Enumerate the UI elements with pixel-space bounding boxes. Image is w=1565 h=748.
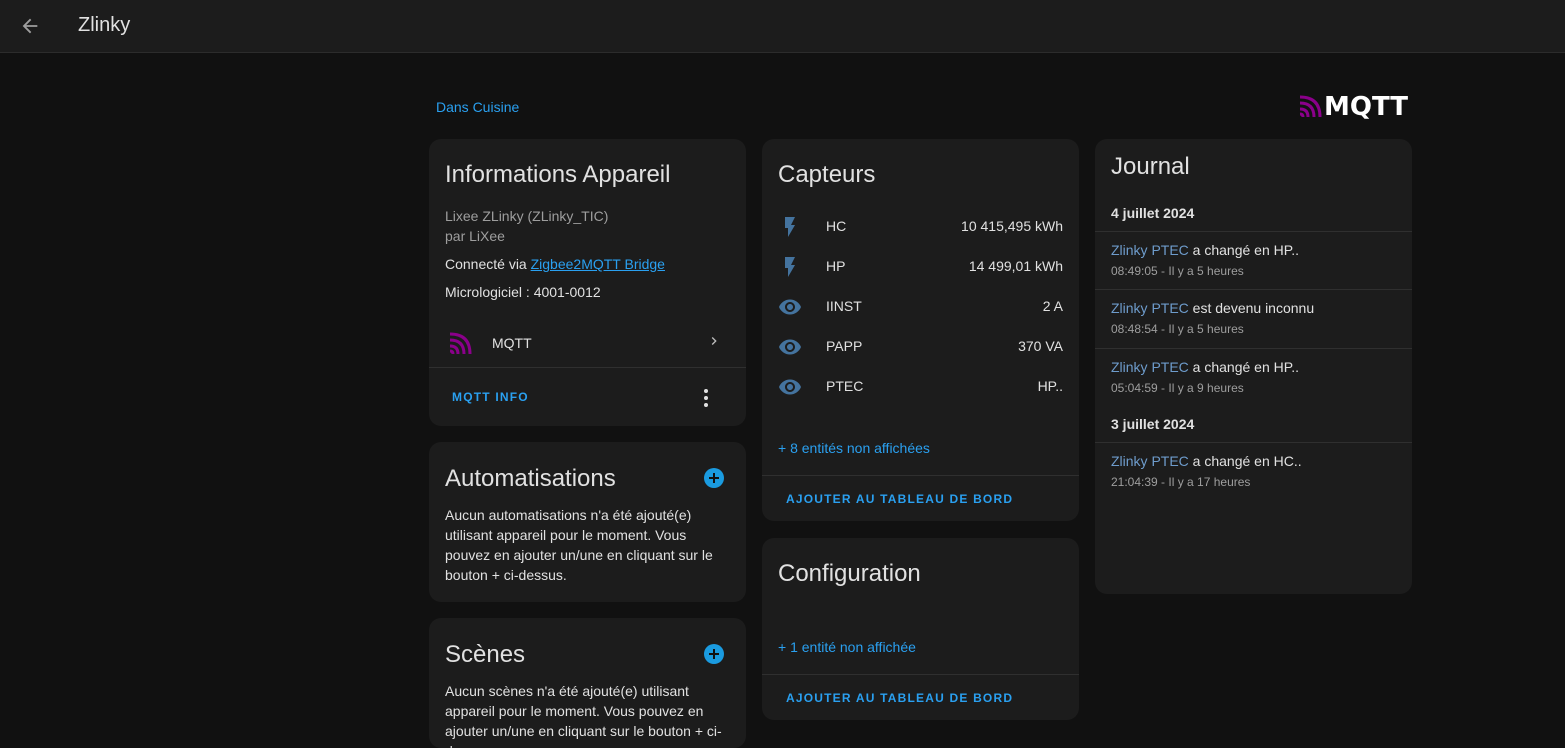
- mqtt-logo: MQTT: [1298, 92, 1409, 122]
- mqtt-info-button[interactable]: MQTT INFO: [452, 390, 529, 404]
- sensor-name: HP: [826, 258, 846, 274]
- arrow-left-icon: [22, 18, 38, 34]
- logbook-entry-message: Zlinky PTEC a changé en HP..: [1111, 359, 1299, 375]
- logbook-entry-time: 21:04:39 - Il y a 17 heures: [1111, 475, 1251, 489]
- plus-icon: [709, 473, 719, 483]
- sensor-row-ptec[interactable]: PTEC HP..: [762, 367, 1079, 407]
- logbook-entity-link[interactable]: Zlinky PTEC: [1111, 300, 1189, 316]
- flash-icon: [785, 217, 795, 237]
- configuration-card: Configuration + 1 entité non affichée AJ…: [762, 538, 1079, 720]
- add-automation-button[interactable]: [704, 468, 724, 488]
- sensor-value: 14 499,01 kWh: [968, 258, 1063, 274]
- sensor-value: 370 VA: [1018, 338, 1063, 354]
- logbook-entry-text: a changé en HC..: [1188, 453, 1302, 469]
- configuration-title: Configuration: [778, 560, 921, 587]
- device-info-card: Informations Appareil Lixee ZLinky (ZLin…: [429, 139, 746, 426]
- integration-row-mqtt[interactable]: MQTT: [429, 322, 746, 368]
- device-info-title: Informations Appareil: [445, 161, 671, 188]
- logbook-card: Journal 4 juillet 2024 Zlinky PTEC a cha…: [1095, 139, 1412, 594]
- logbook-entity-link[interactable]: Zlinky PTEC: [1111, 242, 1189, 258]
- scenes-title: Scènes: [445, 641, 526, 668]
- logbook-entry-text: est devenu inconnu: [1188, 300, 1315, 316]
- sensor-name: HC: [826, 218, 847, 234]
- device-model: Lixee ZLinky (ZLinky_TIC): [445, 208, 609, 224]
- chevron-right-icon: [711, 337, 717, 345]
- connected-via-label: Connecté via: [445, 256, 531, 272]
- add-to-dashboard-button[interactable]: AJOUTER AU TABLEAU DE BORD: [786, 691, 1013, 705]
- automations-empty-text: Aucun automatisations n'a été ajouté(e) …: [445, 507, 713, 583]
- card-divider: [762, 475, 1079, 476]
- sensors-title: Capteurs: [778, 161, 876, 188]
- sensor-row-hp[interactable]: HP 14 499,01 kWh: [762, 247, 1079, 287]
- back-button[interactable]: [14, 10, 46, 42]
- scenes-empty-text: Aucun scènes n'a été ajouté(e) utilisant…: [445, 683, 722, 748]
- sensor-name: PTEC: [826, 378, 864, 394]
- connected-via: Connecté via Zigbee2MQTT Bridge: [445, 256, 665, 272]
- sensors-card: Capteurs HC 10 415,495 kWh HP 14 499,01 …: [762, 139, 1079, 521]
- show-hidden-entities-link[interactable]: + 1 entité non affichée: [778, 639, 916, 655]
- sensor-name: PAPP: [826, 338, 863, 354]
- logbook-entry-text: a changé en HP..: [1188, 242, 1300, 258]
- sensor-value: 2 A: [1042, 298, 1063, 314]
- logbook-divider: [1095, 289, 1412, 290]
- automations-title: Automatisations: [445, 465, 616, 492]
- logbook-entry-time: 08:49:05 - Il y a 5 heures: [1111, 264, 1244, 278]
- logbook-entry-message: Zlinky PTEC a changé en HC..: [1111, 453, 1302, 469]
- logbook-entity-link[interactable]: Zlinky PTEC: [1111, 359, 1189, 375]
- logbook-entry-message: Zlinky PTEC est devenu inconnu: [1111, 300, 1314, 316]
- logbook-date: 4 juillet 2024: [1111, 205, 1195, 221]
- logbook-entity-link[interactable]: Zlinky PTEC: [1111, 453, 1189, 469]
- plus-icon: [709, 649, 719, 659]
- logbook-divider: [1095, 442, 1412, 443]
- logbook-divider: [1095, 231, 1412, 232]
- sensor-row-iinst[interactable]: IINST 2 A: [762, 287, 1079, 327]
- sensor-row-hc[interactable]: HC 10 415,495 kWh: [762, 207, 1079, 247]
- sensor-row-papp[interactable]: PAPP 370 VA: [762, 327, 1079, 367]
- card-divider: [762, 674, 1079, 675]
- sensor-value: HP..: [1037, 378, 1063, 394]
- add-scene-button[interactable]: [704, 644, 724, 664]
- add-to-dashboard-button[interactable]: AJOUTER AU TABLEAU DE BORD: [786, 492, 1013, 506]
- mqtt-icon: [449, 332, 472, 355]
- bridge-link[interactable]: Zigbee2MQTT Bridge: [531, 256, 665, 272]
- scenes-card: Scènes Aucun scènes n'a été ajouté(e) ut…: [429, 618, 746, 748]
- logbook-entry-time: 05:04:59 - Il y a 9 heures: [1111, 381, 1244, 395]
- automations-card: Automatisations Aucun automatisations n'…: [429, 442, 746, 602]
- logbook-divider: [1095, 348, 1412, 349]
- eye-icon: [779, 379, 801, 395]
- logbook-title: Journal: [1111, 153, 1190, 180]
- logbook-entry-message: Zlinky PTEC a changé en HP..: [1111, 242, 1299, 258]
- logbook-date: 3 juillet 2024: [1111, 416, 1195, 432]
- eye-icon: [779, 299, 801, 315]
- logbook-entry-time: 08:48:54 - Il y a 5 heures: [1111, 322, 1244, 336]
- page-title: Zlinky: [78, 14, 131, 36]
- show-hidden-entities-link[interactable]: + 8 entités non affichées: [778, 440, 930, 456]
- more-vert-icon[interactable]: [694, 386, 718, 410]
- device-manufacturer: par LiXee: [445, 228, 505, 244]
- flash-icon: [785, 257, 795, 277]
- sensor-value: 10 415,495 kWh: [961, 218, 1063, 234]
- area-link[interactable]: Dans Cuisine: [436, 99, 519, 115]
- sensor-name: IINST: [826, 298, 862, 314]
- card-divider: [429, 367, 746, 368]
- mqtt-logo-icon: [1299, 95, 1322, 118]
- top-app-bar: Zlinky: [0, 0, 1565, 53]
- logbook-entry-text: a changé en HP..: [1188, 359, 1300, 375]
- mqtt-logo-text: MQTT: [1324, 92, 1409, 122]
- eye-icon: [779, 339, 801, 355]
- firmware-version: Micrologiciel : 4001-0012: [445, 284, 601, 300]
- integration-label: MQTT: [492, 335, 532, 351]
